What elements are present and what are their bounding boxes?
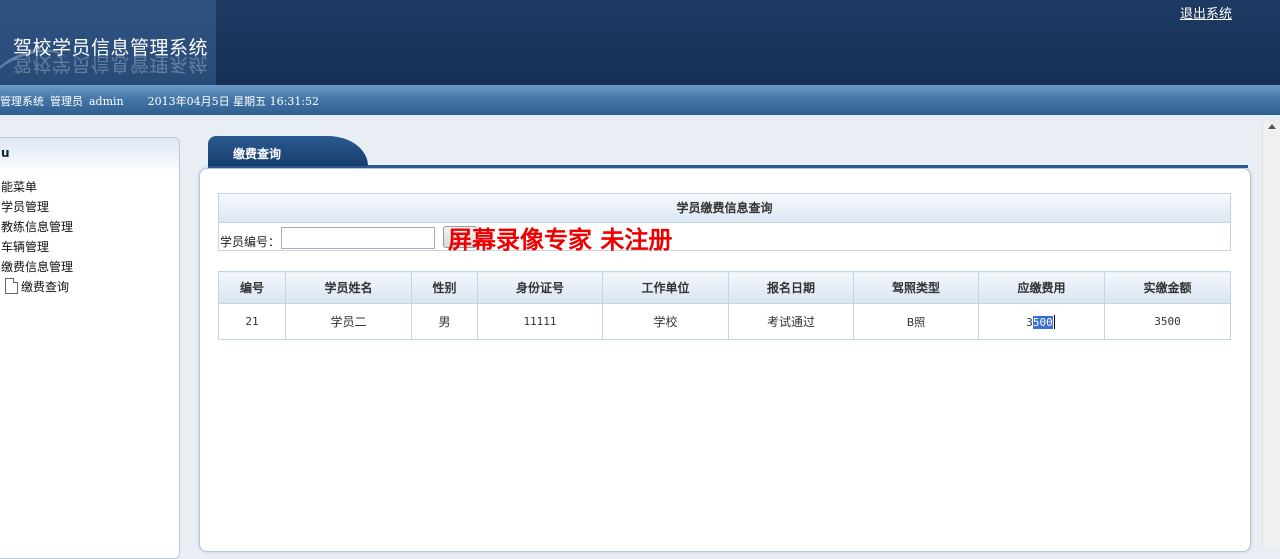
sidebar-item-payment-management[interactable]: 缴费信息管理 (1, 258, 73, 275)
sidebar-header (0, 138, 179, 168)
app-title-reflection: 驾校学员信息管理系统 (13, 53, 209, 75)
logo-block: 驾校学员信息管理系统 驾校学员信息管理系统 (0, 0, 216, 85)
table-row[interactable]: 21 学员二 男 11111 学校 考试通过 B照 3500 3500 (218, 303, 1231, 340)
due-fee-prefix: 3 (1026, 315, 1033, 329)
cell-id: 21 (218, 303, 286, 340)
payment-table: 编号 学员姓名 性别 身份证号 工作单位 报名日期 驾照类型 应缴费用 实缴金额… (218, 271, 1231, 340)
student-id-input[interactable] (281, 227, 435, 249)
sidebar-item-payment-query[interactable]: 缴费查询 (5, 278, 69, 295)
sidebar-title: u (1, 146, 10, 160)
search-form-title: 学员缴费信息查询 (219, 194, 1230, 223)
scroll-up-arrow-icon[interactable] (1268, 124, 1276, 129)
app-header: 驾校学员信息管理系统 驾校学员信息管理系统 退出系统 (0, 0, 1280, 85)
table-header-row: 编号 学员姓名 性别 身份证号 工作单位 报名日期 驾照类型 应缴费用 实缴金额 (218, 271, 1231, 304)
sidebar-item-label: 缴费查询 (21, 280, 70, 294)
vertical-scrollbar[interactable] (1262, 122, 1280, 546)
text-cursor-icon (1053, 314, 1057, 329)
column-header-paid-amount: 实缴金额 (1104, 271, 1231, 304)
column-header-due-fee: 应缴费用 (978, 271, 1105, 304)
cell-id-card: 11111 (477, 303, 603, 340)
cell-work-unit: 学校 (602, 303, 729, 340)
tab-curve (308, 136, 368, 166)
sidebar-menu: u 能菜单 学员管理 教练信息管理 车辆管理 缴费信息管理 缴费查询 (0, 137, 180, 559)
status-text: 管理系统 管理员 admin 2013年04月5日 星期五 16:31:52 (0, 93, 325, 109)
tab-payment-query[interactable]: 缴费查询 (208, 136, 368, 166)
column-header-id: 编号 (218, 271, 286, 304)
search-form: 学员缴费信息查询 学员编号： (218, 193, 1231, 251)
column-header-gender: 性别 (411, 271, 478, 304)
column-header-signup-date: 报名日期 (728, 271, 854, 304)
tab-label: 缴费查询 (233, 147, 282, 161)
cell-paid-amount: 3500 (1104, 303, 1231, 340)
due-fee-selection: 500 (1032, 315, 1053, 329)
status-datetime: 2013年04月5日 星期五 16:31:52 (147, 95, 320, 108)
column-header-name: 学员姓名 (285, 271, 412, 304)
recorder-watermark: 屏幕录像专家 未注册 (448, 225, 673, 254)
column-header-work-unit: 工作单位 (602, 271, 729, 304)
status-role: 管理员 (50, 95, 83, 108)
sidebar-item-student-management[interactable]: 学员管理 (1, 198, 49, 215)
status-user: admin (89, 95, 124, 108)
status-bar: 管理系统 管理员 admin 2013年04月5日 星期五 16:31:52 (0, 85, 1280, 115)
status-system: 管理系统 (0, 95, 44, 108)
sidebar-item-vehicle-management[interactable]: 车辆管理 (1, 238, 49, 255)
cell-license-type: B照 (853, 303, 979, 340)
sidebar-item-menu[interactable]: 能菜单 (1, 178, 37, 195)
column-header-id-card: 身份证号 (477, 271, 603, 304)
cell-due-fee[interactable]: 3500 (978, 303, 1105, 340)
cell-gender: 男 (411, 303, 478, 340)
sidebar-item-coach-management[interactable]: 教练信息管理 (1, 218, 73, 235)
document-icon (5, 278, 18, 294)
logout-link[interactable]: 退出系统 (1180, 3, 1232, 22)
cell-signup-date: 考试通过 (728, 303, 854, 340)
column-header-license-type: 驾照类型 (853, 271, 979, 304)
student-id-label: 学员编号： (220, 235, 281, 249)
cell-name: 学员二 (285, 303, 412, 340)
